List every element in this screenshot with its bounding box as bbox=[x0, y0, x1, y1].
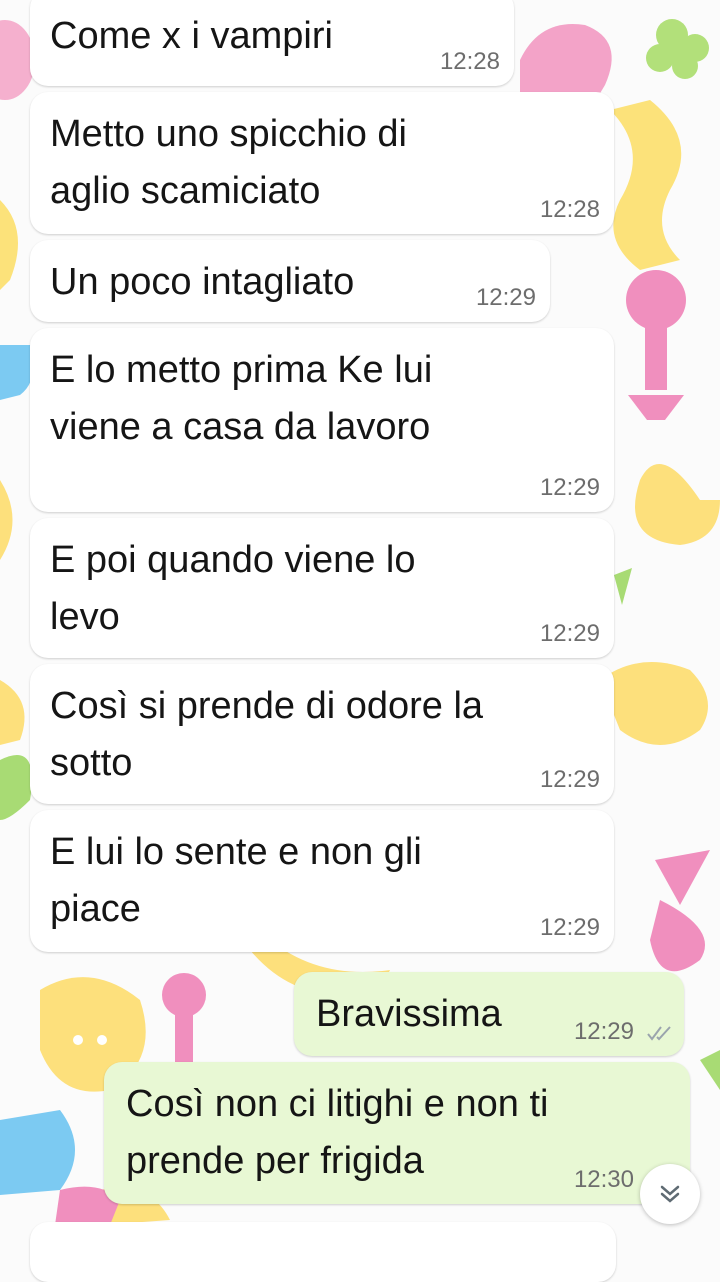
incoming-message[interactable]: E lui lo sente e non gli piace 12:29 bbox=[30, 810, 614, 952]
incoming-message-partial[interactable] bbox=[30, 1222, 616, 1282]
message-time: 12:29 bbox=[539, 620, 600, 647]
message-text: E lo metto prima Ke lui viene a casa da … bbox=[50, 349, 433, 448]
message-text: Come x i vampiri bbox=[50, 15, 333, 57]
outgoing-message[interactable]: Bravissima 12:29 bbox=[294, 972, 684, 1056]
message-time: 12:29 bbox=[475, 284, 536, 311]
outgoing-message[interactable]: Così non ci litighi e non ti prende per … bbox=[104, 1062, 690, 1204]
incoming-message[interactable]: Così si prende di odore la sotto 12:29 bbox=[30, 664, 614, 804]
incoming-message[interactable]: E lo metto prima Ke lui viene a casa da … bbox=[30, 328, 614, 512]
message-text: Così si prende di odore la sotto bbox=[50, 685, 484, 784]
message-time: 12:29 bbox=[573, 1018, 634, 1045]
scroll-to-bottom-button[interactable] bbox=[640, 1164, 700, 1224]
incoming-message[interactable]: Metto uno spicchio di aglio scamiciato 1… bbox=[30, 92, 614, 234]
chevron-double-down-icon bbox=[660, 1185, 680, 1203]
message-time: 12:29 bbox=[539, 474, 600, 501]
message-time: 12:28 bbox=[539, 196, 600, 223]
incoming-message[interactable]: Un poco intagliato 12:29 bbox=[30, 240, 550, 322]
double-check-icon bbox=[647, 1026, 671, 1041]
message-time: 12:30 bbox=[573, 1166, 634, 1193]
message-text: Bravissima bbox=[316, 993, 502, 1035]
message-time: 12:29 bbox=[539, 766, 600, 793]
message-text: Metto uno spicchio di aglio scamiciato bbox=[50, 113, 407, 212]
incoming-message[interactable]: Come x i vampiri 12:28 bbox=[30, 0, 514, 86]
incoming-message[interactable]: E poi quando viene lo levo 12:29 bbox=[30, 518, 614, 658]
message-text: E poi quando viene lo levo bbox=[50, 539, 416, 638]
message-text: E lui lo sente e non gli piace bbox=[50, 831, 422, 930]
message-time: 12:29 bbox=[539, 914, 600, 941]
message-time: 12:28 bbox=[439, 48, 500, 75]
message-text: Un poco intagliato bbox=[50, 261, 355, 303]
message-text: Così non ci litighi e non ti prende per … bbox=[126, 1083, 549, 1182]
